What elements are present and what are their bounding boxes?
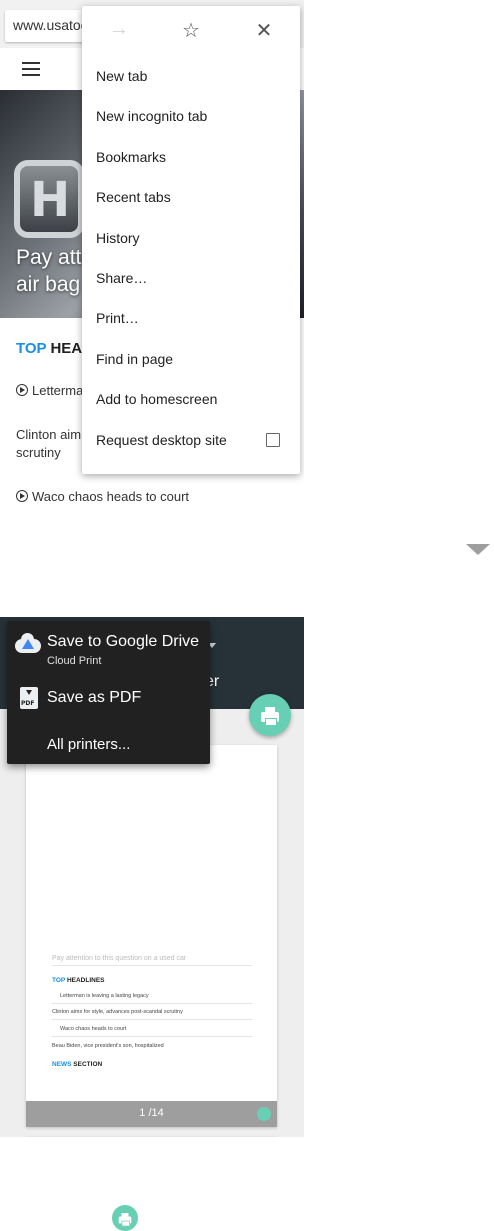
- destination-google-drive[interactable]: Save to Google Drive Cloud Print: [7, 621, 210, 673]
- preview-news-section: NEWS SECTION: [52, 1061, 103, 1068]
- preview-faint-line: Pay attention to this question on a used…: [52, 955, 187, 962]
- printer-icon: [261, 707, 279, 726]
- print-icon: [112, 1205, 138, 1231]
- destination-save-pdf[interactable]: Save as PDF: [7, 683, 210, 717]
- headline-item[interactable]: Waco chaos heads to court: [16, 488, 189, 506]
- divider: [52, 1036, 252, 1037]
- menu-item-bookmarks[interactable]: Bookmarks: [82, 137, 300, 177]
- top-headlines-heading: TOP HEA: [16, 340, 83, 357]
- menu-item-recent-tabs[interactable]: Recent tabs: [82, 177, 300, 217]
- page-select-dot[interactable]: [257, 1107, 271, 1121]
- car-logo-image: [14, 160, 84, 238]
- play-icon: [16, 490, 28, 502]
- menu-item-add-to-homescreen[interactable]: Add to homescreen: [82, 379, 300, 419]
- page-content: Pay attention to this question on a used…: [46, 775, 256, 1071]
- page-indicator: 1 /14: [139, 1107, 164, 1119]
- menu-item-new-tab[interactable]: New tab: [82, 56, 300, 96]
- headline-item[interactable]: Clinton aim scrutiny: [16, 426, 81, 462]
- page-footer: 1 /14: [26, 1101, 277, 1127]
- preview-line: Letterman is leaving a lasting legacy: [60, 993, 149, 999]
- play-icon: [16, 384, 28, 396]
- preview-line: Waco chaos heads to court: [60, 1026, 127, 1032]
- close-icon[interactable]: ✕: [251, 18, 277, 43]
- star-icon[interactable]: ☆: [178, 18, 204, 43]
- printer-destination-menu: Save to Google Drive Cloud Print Save as…: [7, 621, 210, 764]
- destination-title: Save as PDF: [47, 689, 142, 706]
- request-desktop-checkbox[interactable]: [266, 432, 280, 447]
- print-screenshot: er Pay attention to this question on a u…: [0, 617, 304, 1137]
- pdf-icon: [20, 687, 38, 709]
- forward-icon[interactable]: →: [106, 18, 132, 41]
- print-preview-page[interactable]: Pay attention to this question on a used…: [26, 745, 277, 1127]
- menu-item-new-incognito-tab[interactable]: New incognito tab: [82, 96, 300, 136]
- menu-icon-row: → ☆ ✕: [82, 6, 300, 56]
- overflow-menu: → ☆ ✕ New tab New incognito tab Bookmark…: [82, 6, 300, 474]
- destination-title: All printers...: [47, 736, 131, 753]
- browser-screenshot: www.usatoday.com Pay atte air bag TOP HE…: [0, 0, 304, 517]
- cloud-print-icon: [15, 633, 43, 655]
- dropdown-triangle-icon: [466, 544, 490, 555]
- preview-line: Beau Biden, vice president's son, hospit…: [52, 1043, 164, 1049]
- divider: [52, 965, 252, 966]
- divider: [52, 1003, 252, 1004]
- preview-line: Clinton aims for style, advances post-sc…: [52, 1009, 183, 1015]
- hamburger-icon[interactable]: [22, 62, 40, 76]
- menu-item-share[interactable]: Share…: [82, 258, 300, 298]
- menu-item-print[interactable]: Print…: [82, 298, 300, 338]
- destination-subtitle: Cloud Print: [47, 655, 102, 667]
- menu-item-request-desktop-site[interactable]: Request desktop site: [82, 420, 300, 460]
- preview-top-headlines: TOP HEADLINES: [52, 977, 105, 984]
- menu-item-history[interactable]: History: [82, 218, 300, 258]
- destination-all-printers[interactable]: All printers...: [7, 731, 210, 761]
- request-desktop-label: Request desktop site: [96, 431, 227, 448]
- headline-item[interactable]: Letterma: [16, 382, 83, 400]
- destination-title: Save to Google Drive: [47, 633, 200, 650]
- menu-item-find-in-page[interactable]: Find in page: [82, 339, 300, 379]
- hero-title-line-2: air bag: [16, 273, 81, 296]
- print-fab-button[interactable]: [249, 694, 291, 736]
- divider: [52, 1019, 252, 1020]
